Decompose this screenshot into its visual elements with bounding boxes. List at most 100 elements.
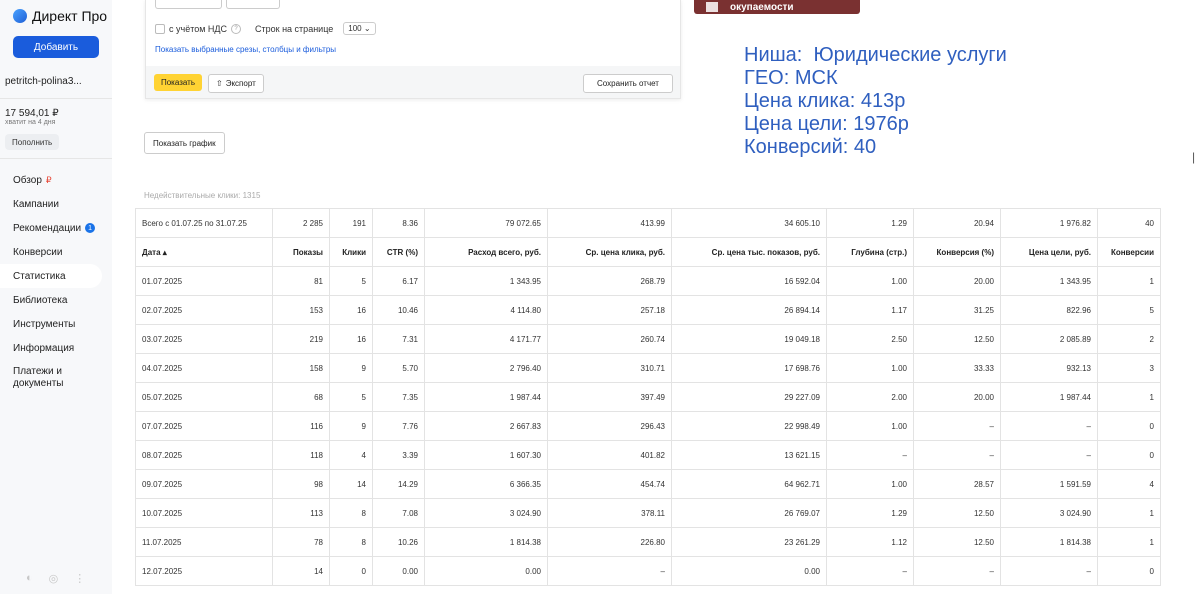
sidebar-item-campaigns[interactable]: Кампании <box>0 192 112 216</box>
sidebar-item-statistics[interactable]: Статистика <box>0 264 102 288</box>
table-cell: 09.07.2025 <box>135 469 273 499</box>
table-row: 03.07.2025 219 16 7.31 4 171.77 260.74 19 049.… <box>135 324 1161 354</box>
table-cell: 31.25 <box>913 295 1001 325</box>
sidebar-item-label: Платежи и документы <box>13 366 64 389</box>
table-cell: 16 <box>329 324 373 354</box>
table-cell: 1.00 <box>826 266 914 296</box>
camera-icon[interactable]: ◎ <box>49 572 59 585</box>
sidebar-nav: Обзор ₽ Кампании Рекомендации 1 Конверсии … <box>0 168 112 396</box>
table-row: 11.07.2025 78 8 10.26 1 814.38 226.80 23 261.2… <box>135 527 1161 557</box>
table-row: 02.07.2025 153 16 10.46 4 114.80 257.18 26 894… <box>135 295 1161 325</box>
save-report-button[interactable]: Сохранить отчет <box>583 74 673 93</box>
table-cell: 26 769.07 <box>671 498 827 528</box>
table-row: 12.07.2025 14 0 0.00 0.00–0.00– – –0 <box>135 556 1161 586</box>
table-cell: 33.33 <box>913 353 1001 383</box>
sidebar-item-tools[interactable]: Инструменты <box>0 312 112 336</box>
table-cell: 1 <box>1097 266 1161 296</box>
table-cell: 1.29 <box>826 498 914 528</box>
table-cell[interactable]: Ср. цена тыс. показов, руб. <box>671 237 827 267</box>
sidebar-item-recommendations[interactable]: Рекомендации 1 <box>0 216 112 240</box>
table-cell: 158 <box>272 353 330 383</box>
sidebar-item-label: Статистика <box>13 270 66 282</box>
range-select[interactable] <box>226 0 280 9</box>
table-cell: 401.82 <box>547 440 672 470</box>
overlay-line-niche: Ниша: Юридические услуги <box>744 44 1007 66</box>
table-cell[interactable]: Конверсии <box>1097 237 1161 267</box>
table-cell: – <box>913 440 1001 470</box>
table-cell: 20.00 <box>913 382 1001 412</box>
table-cell: 02.07.2025 <box>135 295 273 325</box>
table-cell: 1 <box>1097 382 1161 412</box>
period-select[interactable] <box>155 0 222 9</box>
table-cell: – <box>1000 440 1098 470</box>
table-cell: 11.07.2025 <box>135 527 273 557</box>
overlay-line-click-price: Цена клика: 413р <box>744 90 906 112</box>
table-cell: 1.17 <box>826 295 914 325</box>
add-button[interactable]: Добавить <box>13 36 99 58</box>
table-cell[interactable]: Ср. цена клика, руб. <box>547 237 672 267</box>
more-icon[interactable]: ⋮ <box>74 572 85 585</box>
table-cell[interactable]: Конверсия (%) <box>913 237 1001 267</box>
card-actions: Показать ⇧ Экспорт Сохранить отчет <box>146 66 680 98</box>
table-cell[interactable]: Расход всего, руб. <box>424 237 548 267</box>
table-cell: 0 <box>1097 556 1161 586</box>
table-cell: 397.49 <box>547 382 672 412</box>
table-cell: 17 698.76 <box>671 353 827 383</box>
table-row: 04.07.2025 158 9 5.70 2 796.40 310.71 17 698.7… <box>135 353 1161 383</box>
text-cursor: | <box>1192 150 1196 164</box>
table-cell: 296.43 <box>547 411 672 441</box>
table-cell[interactable]: Показы <box>272 237 330 267</box>
vat-checkbox[interactable] <box>155 23 165 34</box>
table-cell: 1 607.30 <box>424 440 548 470</box>
table-cell: 81 <box>272 266 330 296</box>
table-cell: 268.79 <box>547 266 672 296</box>
sidebar-item-payments[interactable]: Платежи и документы <box>0 360 90 396</box>
table-cell: 2.00 <box>826 382 914 412</box>
table-cell: 822.96 <box>1000 295 1098 325</box>
table-cell: 14 <box>272 556 330 586</box>
table-cell: 12.50 <box>913 527 1001 557</box>
table-cell: 29 227.09 <box>671 382 827 412</box>
show-button[interactable]: Показать <box>154 74 202 91</box>
rows-per-page-select[interactable]: 100 ⌄ <box>343 22 376 35</box>
table-cell[interactable]: Цена цели, руб. <box>1000 237 1098 267</box>
table-cell: 378.11 <box>547 498 672 528</box>
show-filters-link[interactable]: Показать выбранные срезы, столбцы и филь… <box>155 45 336 54</box>
table-cell[interactable]: Клики <box>329 237 373 267</box>
theme-icon[interactable]: ◐ <box>26 572 33 585</box>
table-cell[interactable]: CTR (%) <box>372 237 425 267</box>
table-cell: 16 <box>329 295 373 325</box>
sidebar-item-information[interactable]: Информация <box>0 336 112 360</box>
help-icon[interactable]: ? <box>231 23 242 34</box>
table-cell: 08.07.2025 <box>135 440 273 470</box>
table-cell: 1 343.95 <box>424 266 548 296</box>
table-cell: 260.74 <box>547 324 672 354</box>
table-cell: 7.31 <box>372 324 425 354</box>
show-graph-button[interactable]: Показать график <box>144 132 225 154</box>
payback-button[interactable]: окупаемости <box>694 0 860 14</box>
logo[interactable]: Директ Про <box>13 8 107 24</box>
sidebar-item-label: Информация <box>13 342 75 354</box>
table-cell: 4 <box>329 440 373 470</box>
table-cell: 932.13 <box>1000 353 1098 383</box>
export-button[interactable]: ⇧ Экспорт <box>208 74 264 93</box>
sidebar-item-overview[interactable]: Обзор ₽ <box>0 168 112 192</box>
table-cell: 5.70 <box>372 353 425 383</box>
table-cell: 116 <box>272 411 330 441</box>
sidebar-item-conversions[interactable]: Конверсии <box>0 240 112 264</box>
table-cell: 1.00 <box>826 469 914 499</box>
table-header-row: Дата ▴ Показы Клики CTR (%) Расход всего, ру… <box>135 237 1161 267</box>
sidebar-item-library[interactable]: Библиотека <box>0 288 112 312</box>
table-cell: 5 <box>1097 295 1161 325</box>
vat-label: с учётом НДС <box>169 23 228 34</box>
table-cell[interactable]: Дата ▴ <box>135 237 273 267</box>
account-login[interactable]: petritch-polina3... <box>5 76 82 87</box>
table-cell: 3 <box>1097 353 1161 383</box>
table-cell: 68 <box>272 382 330 412</box>
topup-button[interactable]: Пополнить <box>5 134 60 150</box>
table-row: 08.07.2025 118 4 3.39 1 607.30 401.82 13 621.1… <box>135 440 1161 470</box>
export-label: Экспорт <box>225 79 256 88</box>
table-cell: 153 <box>272 295 330 325</box>
table-cell: 23 261.29 <box>671 527 827 557</box>
table-cell[interactable]: Глубина (стр.) <box>826 237 914 267</box>
